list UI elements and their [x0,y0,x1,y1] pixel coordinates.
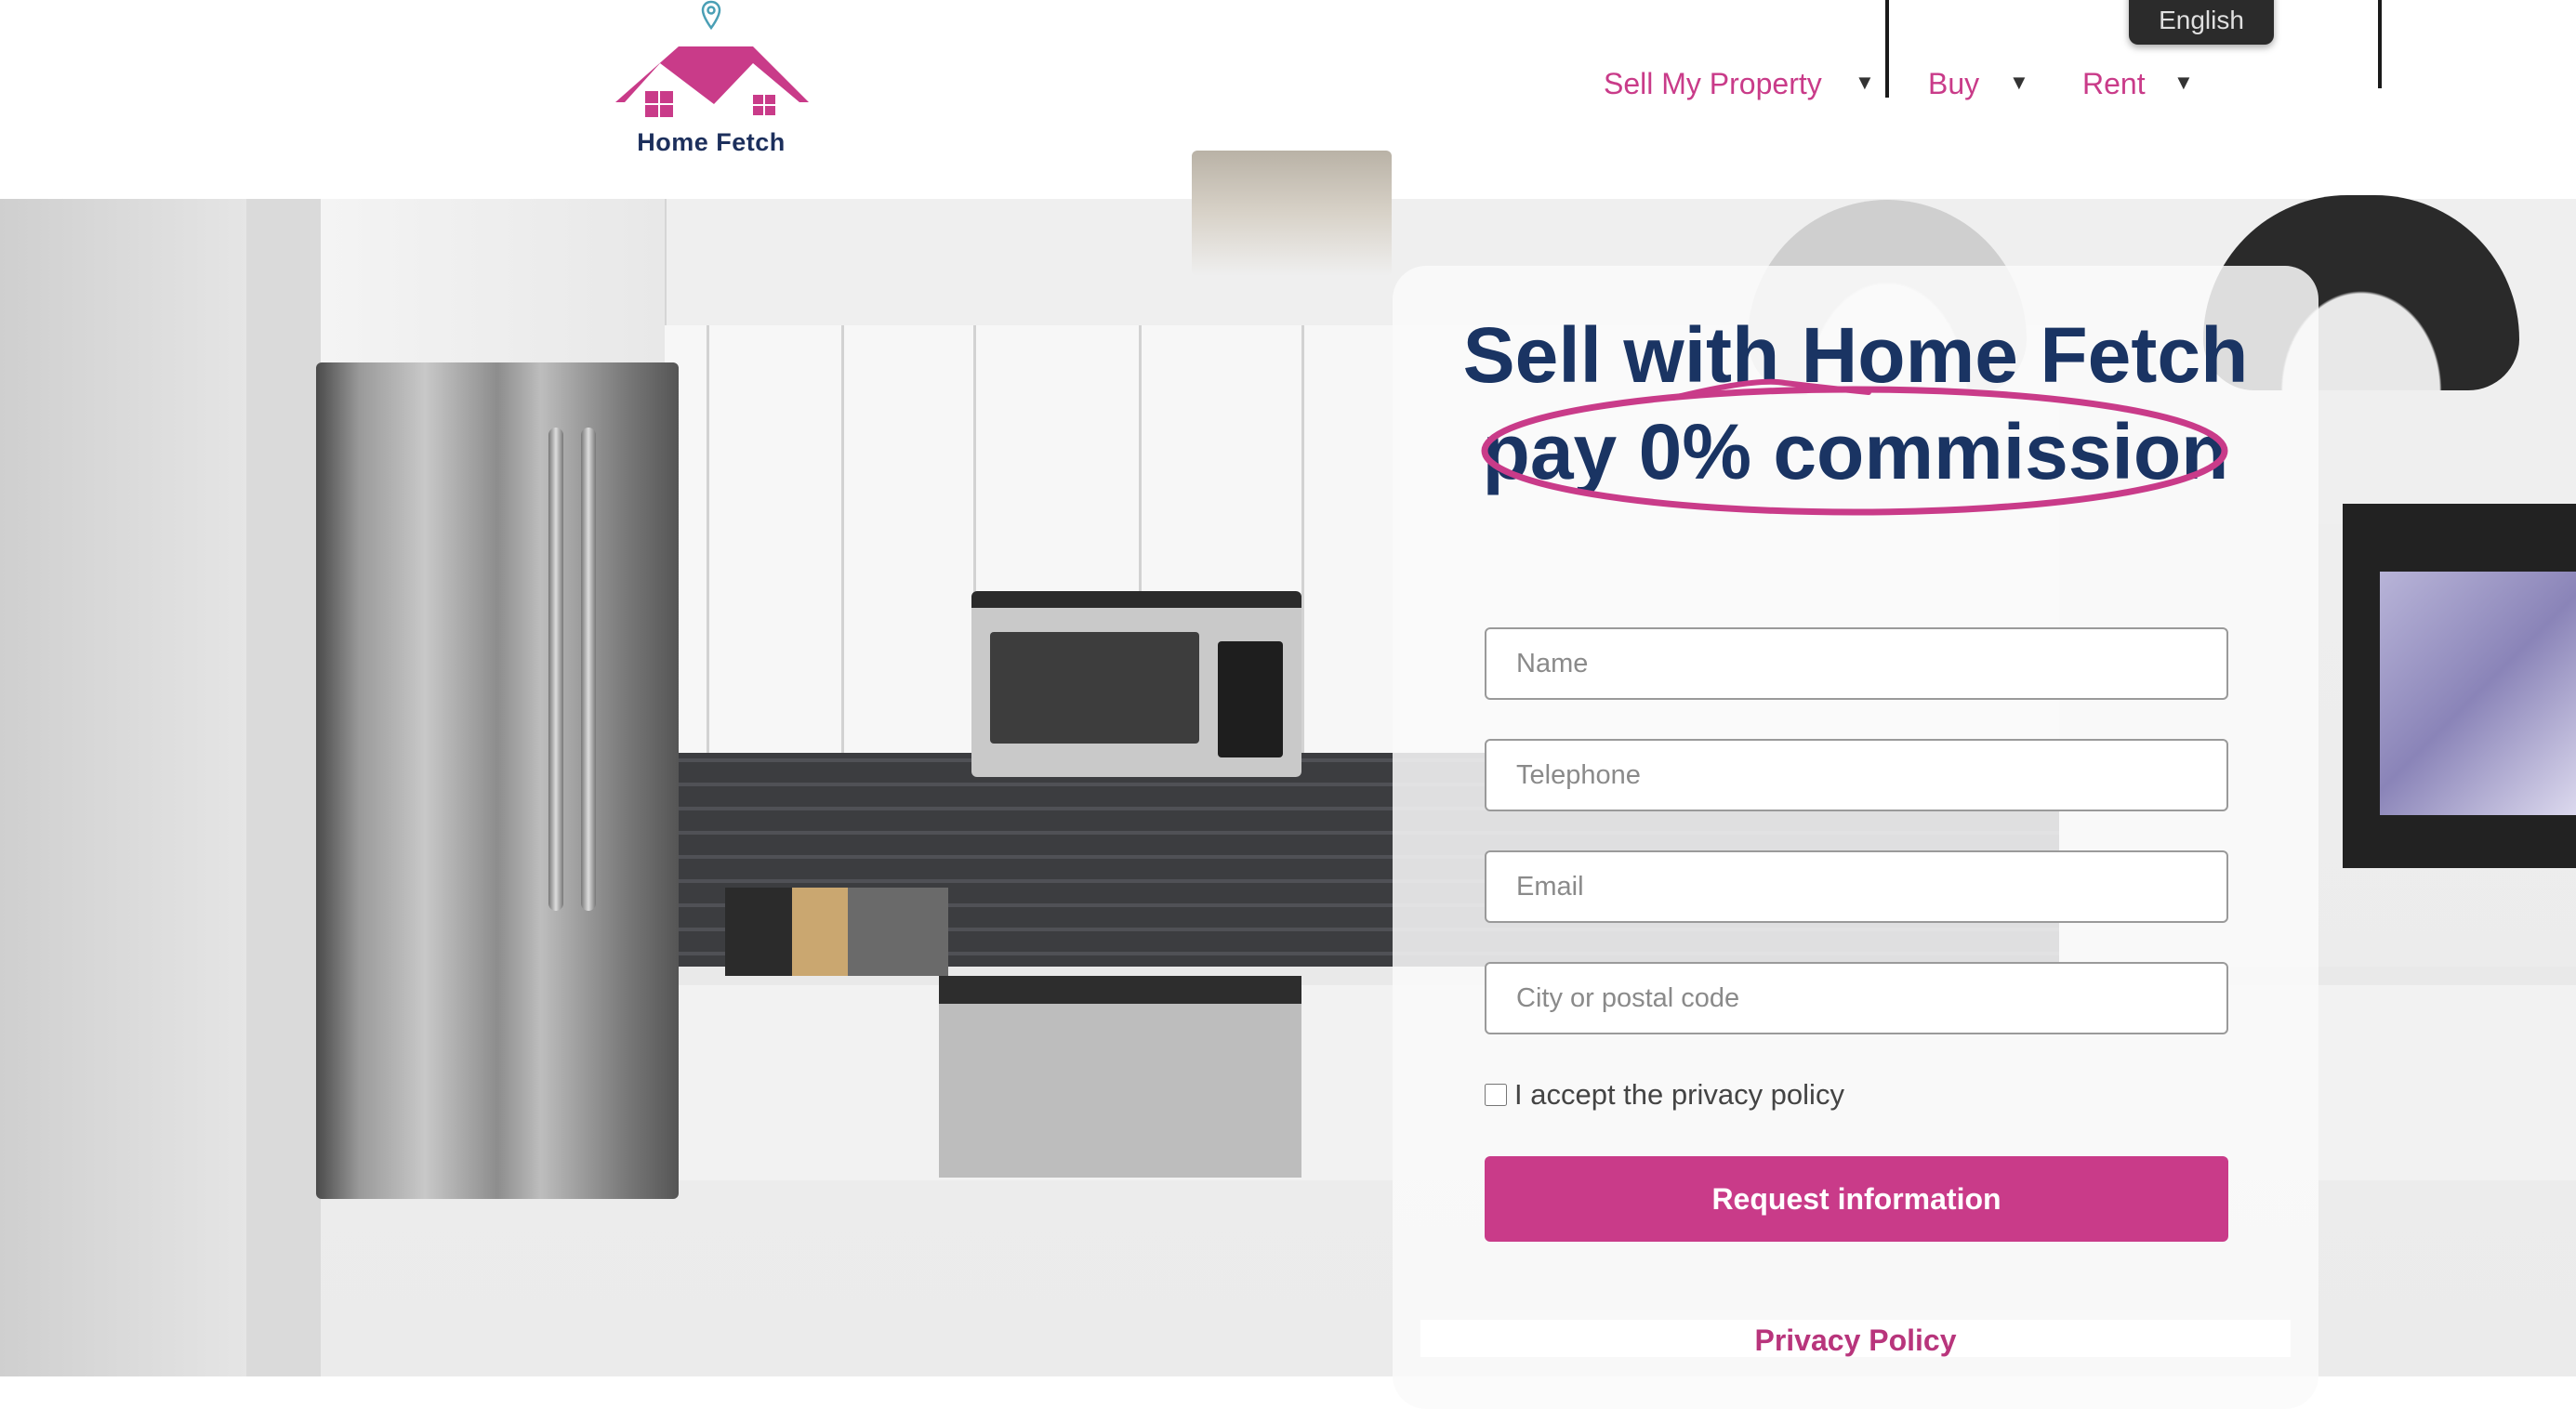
name-input[interactable] [1485,627,2228,700]
refrigerator [316,362,679,1199]
pendant-lamp-cord [2378,0,2382,88]
nav-item-buy[interactable]: Buy ▼ [1928,63,2029,104]
nav-item-sell-my-property[interactable]: Sell My Property ▼ [1604,63,1875,104]
chevron-down-icon: ▼ [1855,71,1875,94]
nav-label: Buy [1928,66,1980,100]
house-logo-icon [615,46,809,117]
cabinet-divider [707,325,709,753]
city-postal-input[interactable] [1485,962,2228,1034]
nav-label: Sell My Property [1604,66,1822,100]
microwave-keypad [1218,641,1283,757]
kitchen-wall [246,199,321,1376]
request-information-button[interactable]: Request information [1485,1156,2228,1242]
chevron-down-icon: ▼ [2173,71,2194,94]
wall-picture [2380,572,2576,815]
nav-label: Rent [2082,66,2146,100]
privacy-policy-link[interactable]: Privacy Policy [1754,1323,1956,1357]
email-input[interactable] [1485,850,2228,923]
stove [939,976,1301,1178]
logo-text: Home Fetch [637,128,786,156]
location-pin-icon [701,0,721,31]
ceiling-light [1192,151,1392,276]
nav-item-rent[interactable]: Rent ▼ [2082,63,2194,104]
microwave-window [990,632,1199,744]
privacy-checkbox-label: I accept the privacy policy [1514,1078,1844,1111]
privacy-checkbox[interactable] [1485,1084,1507,1106]
fridge-handle [548,428,563,911]
chevron-down-icon: ▼ [2009,71,2029,94]
cabinet-divider [1301,325,1304,753]
fridge-handle [581,428,596,911]
cabinet-divider [841,325,844,753]
privacy-checkbox-row[interactable]: I accept the privacy policy [1485,1078,1844,1112]
footer-privacy-bar: Privacy Policy [1420,1320,2291,1357]
language-selector[interactable]: English [2129,0,2274,45]
telephone-input[interactable] [1485,739,2228,811]
highlight-circle-icon [1481,378,2228,516]
countertop-items [725,888,948,976]
kitchen-wall [0,199,246,1376]
pendant-lamp-cord [1885,0,1889,98]
home-fetch-logo[interactable]: Home Fetch [604,0,818,167]
